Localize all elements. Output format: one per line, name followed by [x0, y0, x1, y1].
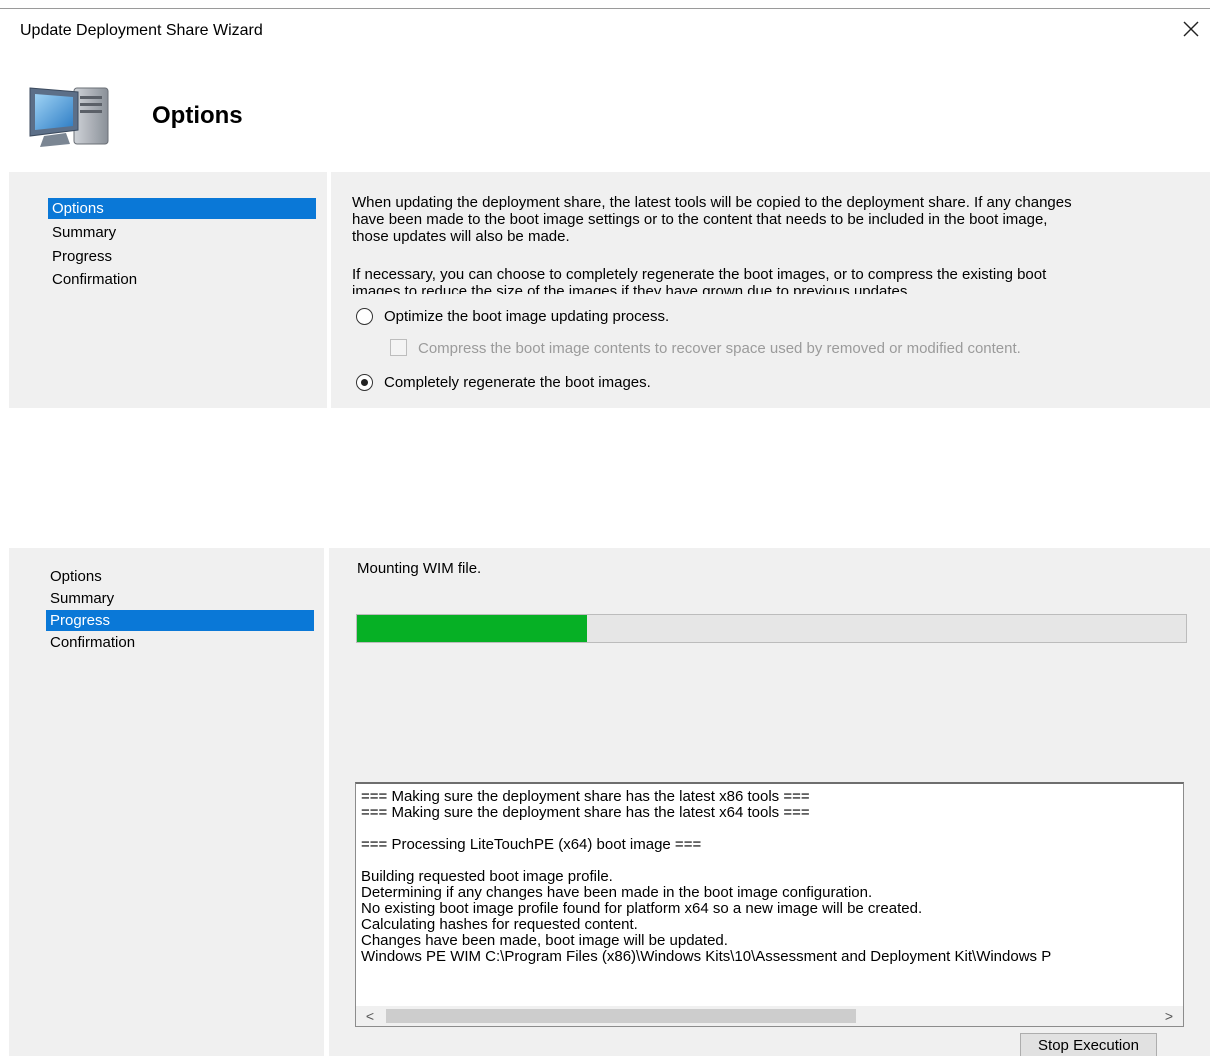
radio-selected-dot	[360, 378, 368, 386]
log-line: Building requested boot image profile.	[361, 868, 613, 885]
nav-item-options[interactable]: Options	[46, 566, 102, 587]
progress-bar	[356, 614, 1187, 643]
log-line: Calculating hashes for requested content…	[361, 916, 638, 933]
nav-item-progress[interactable]: Progress	[46, 610, 314, 631]
log-output[interactable]: === Making sure the deployment share has…	[355, 782, 1184, 1027]
progress-status: Mounting WIM file.	[357, 560, 482, 577]
nav-item-confirmation[interactable]: Confirmation	[48, 269, 137, 290]
description-line: have been made to the boot image setting…	[352, 211, 1048, 228]
description-line: If necessary, you can choose to complete…	[352, 266, 1047, 283]
horizontal-scrollbar[interactable]: < >	[356, 1006, 1183, 1026]
log-line: === Making sure the deployment share has…	[361, 804, 810, 821]
nav-item-summary[interactable]: Summary	[46, 588, 114, 609]
options-description: When updating the deployment share, the …	[352, 194, 1210, 294]
close-icon[interactable]	[1180, 18, 1202, 40]
log-line: No existing boot image profile found for…	[361, 900, 923, 917]
description-line: When updating the deployment share, the …	[352, 194, 1072, 211]
compress-checkbox-label: Compress the boot image contents to reco…	[418, 340, 1021, 357]
nav-item-summary[interactable]: Summary	[48, 222, 116, 243]
scroll-right-icon[interactable]: >	[1159, 1006, 1179, 1026]
scroll-left-icon[interactable]: <	[360, 1006, 380, 1026]
window-title: Update Deployment Share Wizard	[20, 22, 263, 39]
description-line: images to reduce the size of the images …	[352, 283, 912, 294]
log-line: === Making sure the deployment share has…	[361, 788, 810, 805]
compress-checkbox[interactable]	[390, 339, 407, 356]
page-title: Options	[152, 102, 243, 129]
log-line: Determining if any changes have been mad…	[361, 884, 873, 901]
nav-item-options[interactable]: Options	[48, 198, 316, 219]
log-line: Windows PE WIM C:\Program Files (x86)\Wi…	[361, 948, 1052, 965]
log-line: === Processing LiteTouchPE (x64) boot im…	[361, 836, 702, 853]
stop-execution-button[interactable]: Stop Execution	[1020, 1033, 1157, 1056]
nav-item-progress[interactable]: Progress	[48, 246, 112, 267]
log-lines: === Making sure the deployment share has…	[361, 789, 1051, 965]
regenerate-radio-label: Completely regenerate the boot images.	[384, 374, 651, 391]
log-line: Changes have been made, boot image will …	[361, 932, 728, 949]
description-line: those updates will also be made.	[352, 228, 570, 245]
optimize-radio-label: Optimize the boot image updating process…	[384, 308, 670, 325]
regenerate-radio[interactable]	[356, 374, 373, 391]
optimize-radio[interactable]	[356, 308, 373, 325]
scrollbar-thumb[interactable]	[386, 1009, 856, 1023]
progress-bar-fill	[357, 615, 587, 642]
window-top-border	[0, 8, 1210, 9]
nav-item-confirmation[interactable]: Confirmation	[46, 632, 135, 653]
computer-icon	[29, 87, 109, 147]
